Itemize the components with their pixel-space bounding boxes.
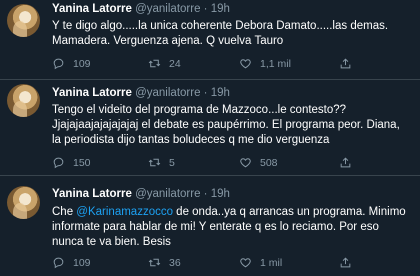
avatar[interactable] [7, 84, 40, 117]
separator-dot: · [203, 87, 208, 99]
separator-dot: · [203, 3, 208, 15]
tweet-feed: Yanina Latorre @yanilatorre · 19h Y te d… [0, 0, 420, 276]
share-button[interactable] [339, 156, 352, 169]
reply-count: 109 [73, 256, 91, 269]
reply-button[interactable]: 109 [52, 57, 91, 70]
retweet-button[interactable]: 36 [148, 256, 181, 269]
author-handle[interactable]: @yanilatorre [135, 87, 200, 99]
retweet-count: 36 [169, 256, 181, 269]
like-count: 508 [260, 156, 278, 169]
retweet-icon [148, 156, 161, 169]
author-name[interactable]: Yanina Latorre [52, 87, 132, 99]
reply-button[interactable]: 150 [52, 156, 91, 169]
tweet-text: Y te digo algo.....la unica coherente De… [52, 20, 389, 47]
retweet-count: 5 [169, 156, 175, 169]
like-icon [239, 57, 252, 70]
tweet-header: Yanina Latorre @yanilatorre · 19h [52, 188, 230, 200]
like-icon [239, 256, 252, 269]
reply-icon [52, 156, 65, 169]
reply-icon [52, 57, 65, 70]
like-count: 1 mil [260, 256, 283, 269]
tweet-header: Yanina Latorre @yanilatorre · 19h [52, 3, 230, 15]
timestamp[interactable]: 19h [211, 3, 230, 15]
retweet-count: 24 [169, 57, 181, 70]
action-bar: 109 24 1,1 mil [52, 57, 410, 71]
retweet-icon [148, 256, 161, 269]
retweet-button[interactable]: 5 [148, 156, 175, 169]
reply-count: 109 [73, 57, 91, 70]
author-name[interactable]: Yanina Latorre [52, 188, 132, 200]
like-button[interactable]: 508 [239, 156, 278, 169]
tweet[interactable]: Yanina Latorre @yanilatorre · 19h Y te d… [0, 0, 420, 80]
avatar[interactable] [7, 4, 40, 37]
timestamp[interactable]: 19h [211, 87, 230, 99]
share-icon [339, 156, 352, 169]
action-bar: 109 36 1 mil [52, 256, 410, 270]
tweet-text: Che @Karinamazzocco de onda..ya q arranc… [52, 205, 410, 250]
like-icon [239, 156, 252, 169]
separator-dot: · [203, 188, 208, 200]
like-button[interactable]: 1,1 mil [239, 57, 291, 70]
reply-count: 150 [73, 156, 91, 169]
like-count: 1,1 mil [260, 57, 291, 70]
avatar[interactable] [7, 186, 40, 219]
tweet[interactable]: Yanina Latorre @yanilatorre · 19h Che @K… [0, 176, 420, 276]
like-button[interactable]: 1 mil [239, 256, 282, 269]
author-handle[interactable]: @yanilatorre [135, 3, 200, 15]
tweet-header: Yanina Latorre @yanilatorre · 19h [52, 87, 230, 99]
mention-link[interactable]: @Karinamazzocco [76, 206, 173, 218]
tweet-text: Tengo el videito del programa de Mazzoco… [52, 104, 400, 146]
share-button[interactable] [339, 256, 352, 269]
reply-icon [52, 256, 65, 269]
timestamp[interactable]: 19h [211, 188, 230, 200]
tweet-text-start: Che [52, 206, 77, 218]
share-icon [339, 256, 352, 269]
reply-button[interactable]: 109 [52, 256, 91, 269]
author-handle[interactable]: @yanilatorre [135, 188, 200, 200]
tweet[interactable]: Yanina Latorre @yanilatorre · 19h Tengo … [0, 80, 420, 176]
action-bar: 150 5 508 [52, 156, 410, 170]
retweet-button[interactable]: 24 [148, 57, 181, 70]
retweet-icon [148, 57, 161, 70]
share-button[interactable] [339, 57, 352, 70]
author-name[interactable]: Yanina Latorre [52, 3, 132, 15]
share-icon [339, 57, 352, 70]
